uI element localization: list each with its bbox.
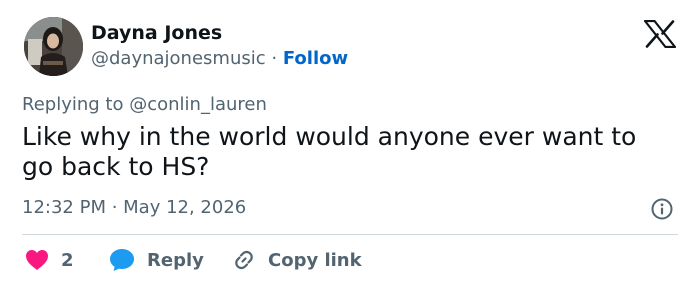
- link-icon: [235, 250, 253, 270]
- avatar-image: [24, 17, 83, 76]
- reply-label: Reply: [147, 249, 204, 271]
- replying-to-handle[interactable]: @conlin_lauren: [129, 94, 267, 115]
- like-count: 2: [61, 249, 74, 271]
- author-handle-row: @daynajonesmusic · Follow: [91, 48, 348, 69]
- speech-bubble-icon: [110, 249, 134, 271]
- info-icon[interactable]: [651, 198, 673, 220]
- replying-to: Replying to @conlin_lauren: [22, 94, 267, 115]
- copy-link-label: Copy link: [268, 249, 362, 271]
- author-name[interactable]: Dayna Jones: [91, 22, 222, 44]
- separator-dot: ·: [271, 48, 278, 69]
- reply-button[interactable]: Reply: [109, 248, 204, 272]
- replying-prefix: Replying to: [22, 94, 124, 115]
- heart-icon: [26, 250, 48, 270]
- divider: [22, 234, 678, 235]
- tweet-text: Like why in the world would anyone ever …: [22, 122, 637, 181]
- author-handle[interactable]: @daynajonesmusic: [91, 48, 266, 69]
- like-button[interactable]: 2: [25, 248, 74, 272]
- x-logo-icon[interactable]: [644, 20, 676, 48]
- tweet-timestamp[interactable]: 12:32 PM · May 12, 2026: [22, 197, 246, 218]
- copy-link-button[interactable]: Copy link: [232, 248, 362, 272]
- follow-link[interactable]: Follow: [283, 48, 348, 69]
- avatar[interactable]: [24, 17, 83, 76]
